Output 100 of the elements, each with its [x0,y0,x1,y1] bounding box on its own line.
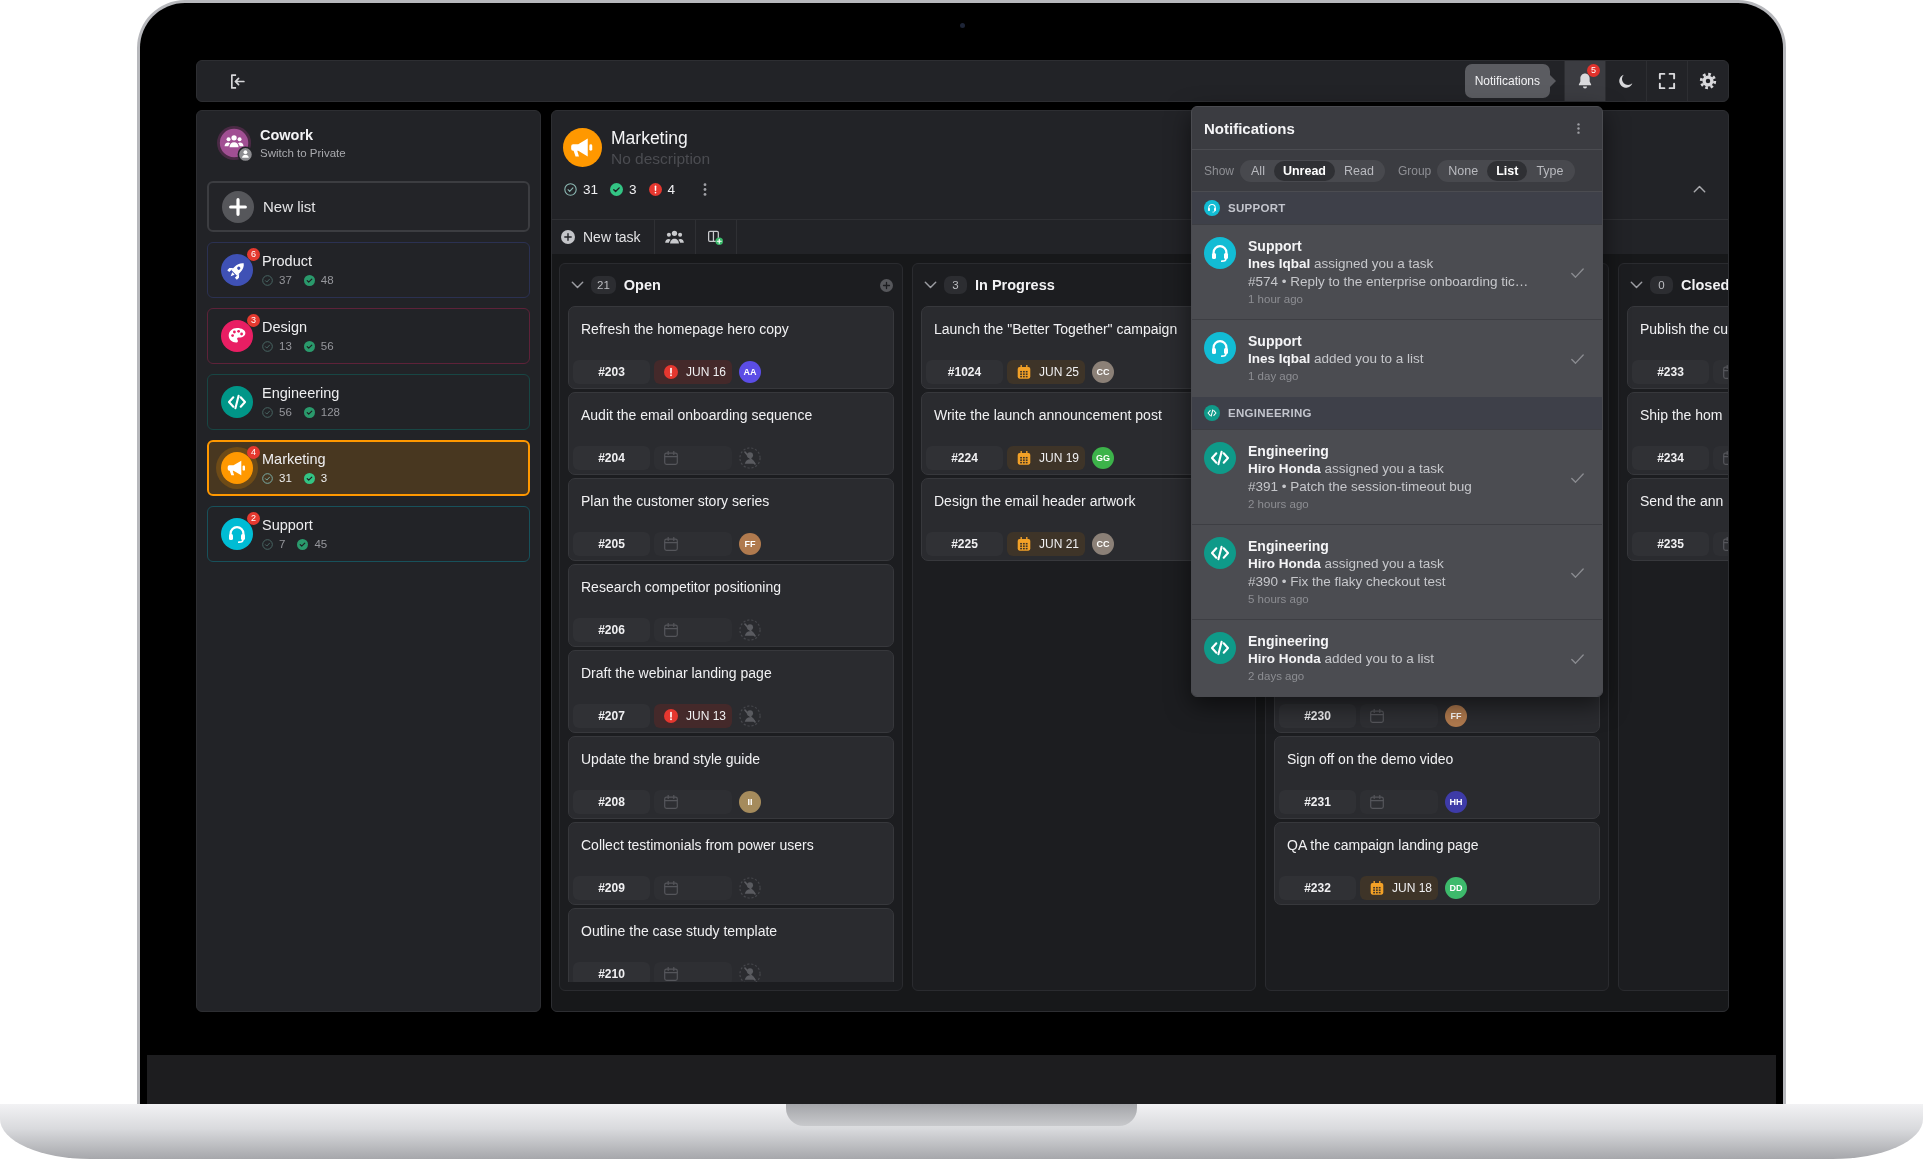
filter-option[interactable]: Unread [1273,160,1335,181]
user-avatar[interactable]: AA [739,361,761,383]
filter-option[interactable]: Type [1527,160,1573,181]
due-date-button[interactable]: JUN 18 [1360,876,1438,900]
due-date-button[interactable] [654,962,732,982]
list-item[interactable]: 4 Marketing 31 3 [207,440,530,496]
task-card[interactable]: Send the ann #235 [1627,478,1728,561]
task-card[interactable]: Refresh the homepage hero copy #203 JUN 16 AA [568,306,894,389]
due-date-button[interactable] [1360,790,1438,814]
check-icon[interactable] [1571,472,1584,483]
calendar-icon [1017,451,1031,465]
notification-time: 2 hours ago [1248,497,1309,512]
filter-option[interactable]: All [1242,160,1274,181]
new-list-button[interactable]: New list [207,181,530,232]
filter-option[interactable]: List [1487,160,1528,181]
person-slash-icon[interactable] [739,963,761,982]
add-task-icon[interactable] [880,278,893,292]
task-card[interactable]: Outline the case study template #210 [568,908,894,982]
task-card[interactable]: Update the brand style guide #208 II [568,736,894,819]
person-slash-icon[interactable] [739,447,761,469]
check-icon[interactable] [1571,567,1584,578]
check-icon[interactable] [1571,353,1584,364]
due-date-button[interactable] [654,618,732,642]
filter-option[interactable]: Read [1335,160,1383,181]
chevron-down-icon[interactable] [571,281,584,289]
task-card[interactable]: Collect testimonials from power users #209 [568,822,894,905]
logout-icon[interactable] [229,72,246,90]
notifications-button[interactable]: 5 [1564,61,1605,101]
due-date-button[interactable] [654,790,732,814]
due-date-button[interactable]: JUN 25 [1007,360,1085,384]
more-icon[interactable] [703,182,708,196]
due-date-button[interactable]: JUN 19 [1007,446,1085,470]
alert-icon [664,365,678,379]
panel-title: Notifications [1204,119,1295,137]
check-icon[interactable] [1571,653,1584,664]
user-avatar[interactable]: FF [739,533,761,555]
notification-task: #574 • Reply to the enterprise onboarding tic… [1248,273,1529,291]
due-date-button[interactable]: JUN 16 [654,360,732,384]
chevron-down-icon[interactable] [1630,281,1643,289]
group-avatar-icon[interactable] [217,126,253,162]
notification-item[interactable]: Engineering Hiro Honda assigned you a task #390 • Fix the flaky checkout test 5 hours ago [1192,524,1602,619]
due-date-button[interactable] [654,446,732,470]
task-title: Publish the cu [1639,320,1728,338]
person-slash-icon[interactable] [739,877,761,899]
list-item[interactable]: 3 Design 13 56 [207,308,530,364]
user-avatar[interactable]: CC [1092,361,1114,383]
task-card[interactable]: Draft the webinar landing page #207 JUN 13 [568,650,894,733]
chevron-up-icon[interactable] [1693,185,1706,193]
task-title: Refresh the homepage hero copy [580,320,789,338]
check-icon[interactable] [1571,267,1584,278]
filter-option[interactable]: None [1439,160,1488,181]
user-avatar[interactable]: HH [1445,791,1467,813]
megaphone-icon [563,128,602,167]
notification-item[interactable]: Engineering Hiro Honda assigned you a task #391 • Patch the session-timeout bug 2 hours ago [1192,429,1602,524]
task-card[interactable]: Audit the email onboarding sequence #204 [568,392,894,475]
code-icon [1204,632,1236,664]
task-title: Ship the hom [1639,406,1723,424]
task-id: #232 [1279,876,1356,900]
column-title: Open [623,277,661,293]
count-badge: 4 [247,446,260,459]
notification-message: Hiro Honda added you to a list [1248,650,1435,668]
open-count: 7 [279,538,286,550]
more-icon[interactable] [1577,122,1580,134]
notification-item[interactable]: Engineering Hiro Honda added you to a list 2 days ago [1192,619,1602,696]
due-date-button[interactable] [1360,704,1438,728]
notification-item[interactable]: Support Ines Iqbal added you to a list 1 day ago [1192,319,1602,396]
task-card[interactable]: Research competitor positioning #206 [568,564,894,647]
task-title: Audit the email onboarding sequence [580,406,813,424]
notification-list-name: Engineering [1248,632,1329,650]
task-id: #231 [1279,790,1356,814]
due-date-button[interactable] [654,876,732,900]
open-count: 31 [279,472,292,484]
task-id: #204 [573,446,650,470]
task-card[interactable]: Plan the customer story series #205 FF [568,478,894,561]
check-circle-icon [303,274,315,286]
list-item[interactable]: 6 Product 37 48 [207,242,530,298]
due-date-button[interactable] [654,532,732,556]
switch-workspace-link[interactable]: Switch to Private [260,146,346,161]
fullscreen-icon [1658,72,1676,90]
chevron-down-icon[interactable] [924,281,937,289]
task-id: #1024 [926,360,1003,384]
task-card[interactable]: QA the campaign landing page #232 JUN 18 DD [1274,822,1600,905]
list-item[interactable]: 2 Support 7 45 [207,506,530,562]
task-card[interactable]: Ship the hom #234 [1627,392,1728,475]
check-circle-outline-icon [262,406,273,418]
calendar-icon [1370,795,1384,809]
due-date-button[interactable]: JUN 21 [1007,532,1085,556]
calendar-icon [664,537,678,551]
person-slash-icon[interactable] [739,705,761,727]
user-avatar[interactable]: CC [1092,533,1114,555]
task-card[interactable]: Publish the cu #233 [1627,306,1728,389]
user-avatar[interactable]: FF [1445,705,1467,727]
task-card[interactable]: Sign off on the demo video #231 HH [1274,736,1600,819]
notification-list-name: Engineering [1248,442,1329,460]
notification-time: 5 hours ago [1248,592,1309,607]
due-date-button[interactable]: JUN 13 [654,704,732,728]
list-item[interactable]: Engineering 56 128 [207,374,530,430]
board-plus-icon [708,229,724,245]
notification-item[interactable]: Support Ines Iqbal assigned you a task #574 • Reply to the enterprise onboarding tic… 1 hour ago [1192,224,1602,319]
person-slash-icon[interactable] [739,619,761,641]
